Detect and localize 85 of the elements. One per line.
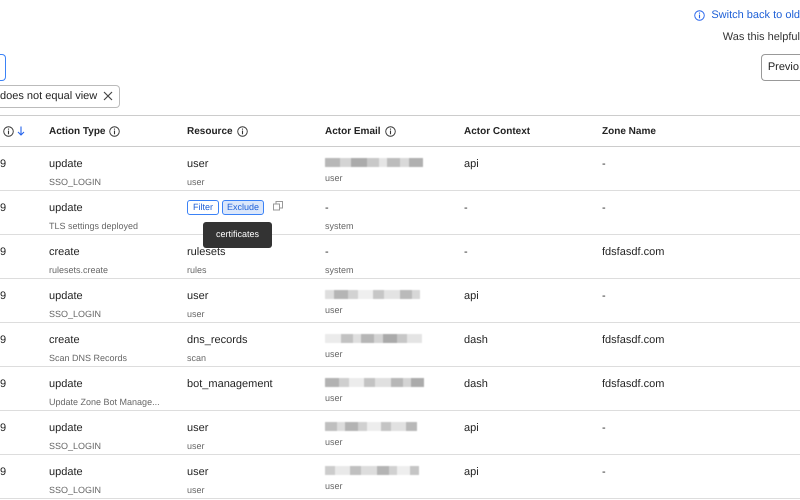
- action-detail: Update Zone Bot Manage...: [49, 396, 161, 409]
- resource-name: bot_management: [187, 377, 274, 392]
- zone-name: fdsfasdf.com: [602, 333, 666, 348]
- column-header[interactable]: Zone Name: [602, 124, 656, 138]
- help-link[interactable]: Switch back to old: [711, 6, 800, 24]
- info-icon: [236, 126, 248, 136]
- actor-type: system: [325, 220, 355, 233]
- info-icon: [109, 126, 120, 136]
- table-cell-text: 9: [0, 289, 6, 304]
- resource-name: dns_records: [187, 333, 249, 348]
- copy-icon[interactable]: [273, 201, 284, 211]
- action-detail: TLS settings deployed: [49, 220, 140, 233]
- resource-name: user: [187, 421, 210, 436]
- actor-type: user: [325, 304, 344, 317]
- resource-name: rulesets: [187, 245, 227, 260]
- zone-name: -: [602, 289, 607, 304]
- zone-name: -: [602, 421, 607, 436]
- actor-context: -: [464, 201, 469, 216]
- action-type: update: [49, 377, 84, 392]
- action-type: update: [49, 421, 84, 436]
- action-type: update: [49, 201, 84, 216]
- resource-name: user: [187, 157, 210, 172]
- actor-context: api: [464, 421, 480, 436]
- actor-email: -: [325, 201, 330, 216]
- exclude-button[interactable]: Exclude: [222, 200, 264, 215]
- close-icon[interactable]: [103, 91, 114, 102]
- actor-email: -: [325, 245, 330, 260]
- search-field[interactable]: [0, 54, 6, 81]
- actor-type: user: [325, 392, 344, 405]
- action-detail: SSO_LOGIN: [49, 176, 102, 189]
- resource-detail: rules: [187, 264, 208, 276]
- action-type: update: [49, 289, 84, 304]
- table-cell-text: 9: [0, 201, 6, 216]
- resource-detail: user: [187, 308, 206, 320]
- action-detail: SSO_LOGIN: [49, 484, 102, 497]
- info-icon: [3, 126, 14, 136]
- table-cell-text: 9: [0, 157, 6, 172]
- action-type: update: [49, 157, 84, 172]
- column-header[interactable]: Actor Email: [325, 124, 381, 138]
- action-detail: SSO_LOGIN: [49, 308, 102, 321]
- column-header[interactable]: Actor Context: [464, 124, 530, 138]
- actor-context: dash: [464, 333, 489, 348]
- feedback-prompt: Was this helpful: [722, 30, 800, 43]
- actor-type: user: [325, 172, 344, 185]
- resource-detail: user: [187, 484, 206, 496]
- previous-button[interactable]: Previo: [760, 54, 800, 81]
- resource-name: user: [187, 289, 210, 304]
- action-type: update: [49, 465, 84, 480]
- info-icon: [694, 10, 706, 20]
- resource-detail: user: [187, 440, 206, 452]
- filter-chip-label: does not equal view: [0, 89, 98, 104]
- actor-context: dash: [464, 377, 489, 392]
- filter-chip[interactable]: does not equal view: [0, 84, 120, 108]
- actor-context: -: [464, 245, 469, 260]
- zone-name: fdsfasdf.com: [602, 245, 666, 260]
- action-detail: rulesets.create: [49, 264, 110, 276]
- actor-context: api: [464, 289, 480, 304]
- actor-context: api: [464, 465, 480, 480]
- actor-type: user: [325, 436, 344, 449]
- actor-context: api: [464, 157, 480, 172]
- tooltip: certificates: [203, 222, 272, 248]
- zone-name: fdsfasdf.com: [602, 377, 666, 392]
- zone-name: -: [602, 465, 607, 480]
- zone-name: -: [602, 157, 607, 172]
- table-cell-text: 9: [0, 465, 6, 480]
- action-detail: SSO_LOGIN: [49, 440, 102, 453]
- zone-name: -: [602, 201, 607, 216]
- actor-type: system: [325, 264, 355, 277]
- filter-button[interactable]: Filter: [187, 200, 219, 215]
- table-cell-text: 9: [0, 333, 6, 348]
- action-detail: Scan DNS Records: [49, 352, 128, 364]
- action-type: create: [49, 245, 81, 260]
- column-header[interactable]: Resource: [187, 124, 233, 138]
- table-cell-text: 9: [0, 377, 6, 392]
- action-type: create: [49, 333, 81, 348]
- resource-detail: user: [187, 176, 206, 188]
- actor-type: user: [325, 348, 344, 361]
- table-cell-text: 9: [0, 245, 6, 260]
- column-header[interactable]: Action Type: [49, 124, 106, 138]
- info-icon: [384, 126, 396, 136]
- sort-arrow-icon[interactable]: [17, 126, 25, 136]
- actor-type: user: [325, 480, 344, 493]
- resource-name: user: [187, 465, 210, 480]
- table-cell-text: 9: [0, 421, 6, 436]
- resource-detail: scan: [187, 352, 208, 364]
